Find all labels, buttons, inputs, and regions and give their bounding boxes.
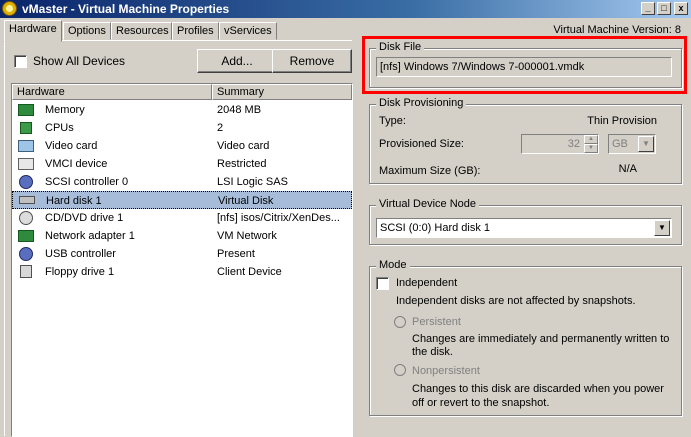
title-bar: vMaster - Virtual Machine Properties _ □… <box>0 0 691 18</box>
hardware-row-video-card[interactable]: Video card Video card <box>12 137 352 155</box>
hardware-row-cd-dvd[interactable]: CD/DVD drive 1 [nfs] isos/Citrix/XenDes.… <box>12 209 352 227</box>
hardware-row-scsi-controller[interactable]: SCSI controller 0 LSI Logic SAS <box>12 173 352 191</box>
disk-provisioning-group: Disk Provisioning Type: Thin Provision P… <box>369 97 682 184</box>
chevron-down-icon[interactable]: ▼ <box>638 136 654 152</box>
maximum-size-label: Maximum Size (GB): <box>379 165 481 177</box>
disk-provisioning-title: Disk Provisioning <box>376 97 467 109</box>
type-value: Thin Provision <box>587 115 657 127</box>
maximum-size-value: N/A <box>618 163 637 175</box>
show-all-devices-checkbox[interactable] <box>14 55 27 68</box>
mode-title: Mode <box>376 259 410 271</box>
cpu-icon <box>20 122 32 134</box>
floppy-icon <box>20 265 32 278</box>
network-icon <box>18 230 34 242</box>
independent-description: Independent disks are not affected by sn… <box>396 295 636 307</box>
vmci-icon <box>18 158 34 170</box>
nonpersistent-description-line-2: off or revert to the snapshot. <box>412 397 550 409</box>
disk-settings-panel: Disk File [nfs] Windows 7/Windows 7-0000… <box>352 40 691 436</box>
hardware-row-cpus[interactable]: CPUs 2 <box>12 119 352 137</box>
show-all-devices-label: Show All Devices <box>33 54 126 68</box>
persistent-radio[interactable] <box>394 316 406 328</box>
hardware-panel: Show All Devices Add... Remove Hardware … <box>4 40 353 437</box>
nonpersistent-radio[interactable] <box>394 364 406 376</box>
hardware-row-vmci-device[interactable]: VMCI device Restricted <box>12 155 352 173</box>
hardware-row-usb-controller[interactable]: USB controller Present <box>12 245 352 263</box>
column-header-summary[interactable]: Summary <box>212 84 352 100</box>
tab-options[interactable]: Options <box>63 22 111 40</box>
cd-icon <box>19 211 33 225</box>
chevron-down-icon[interactable]: ▼ <box>654 220 670 236</box>
tab-hardware[interactable]: Hardware <box>4 20 62 42</box>
persistent-description-line-2: the disk. <box>412 346 453 358</box>
independent-label: Independent <box>396 277 458 289</box>
provisioned-size-label: Provisioned Size: <box>379 138 464 150</box>
memory-icon <box>18 104 34 116</box>
persistent-description-line-1: Changes are immediately and permanently … <box>412 333 670 345</box>
usb-icon <box>19 247 33 261</box>
disk-file-highlight-box <box>362 36 687 94</box>
hardware-row-floppy-drive[interactable]: Floppy drive 1 Client Device <box>12 263 352 281</box>
maximize-button[interactable]: □ <box>657 2 671 15</box>
type-label: Type: <box>379 115 406 127</box>
tab-vservices[interactable]: vServices <box>219 22 277 40</box>
spin-down-icon[interactable]: ▼ <box>584 144 598 153</box>
virtual-device-node-group: Virtual Device Node SCSI (0:0) Hard disk… <box>369 198 682 245</box>
close-button[interactable]: x <box>674 2 688 15</box>
remove-button[interactable]: Remove <box>272 49 352 73</box>
hardware-row-memory[interactable]: Memory 2048 MB <box>12 101 352 119</box>
spin-up-icon[interactable]: ▲ <box>584 135 598 144</box>
provisioned-size-input[interactable]: 32 ▲ ▼ <box>521 134 599 154</box>
tab-resources[interactable]: Resources <box>111 22 172 40</box>
hardware-row-hard-disk[interactable]: Hard disk 1 Virtual Disk <box>12 191 352 209</box>
minimize-button[interactable]: _ <box>641 2 655 15</box>
persistent-label: Persistent <box>412 316 461 328</box>
monitor-icon <box>18 140 34 152</box>
virtual-device-node-select[interactable]: SCSI (0:0) Hard disk 1 ▼ <box>376 218 672 238</box>
window-title: vMaster - Virtual Machine Properties <box>22 2 230 16</box>
vm-version-label: Virtual Machine Version: 8 <box>553 24 681 36</box>
hardware-row-network-adapter[interactable]: Network adapter 1 VM Network <box>12 227 352 245</box>
mode-group: Mode Independent Independent disks are n… <box>369 259 682 416</box>
add-button[interactable]: Add... <box>197 49 277 73</box>
vsphere-app-icon <box>2 1 17 16</box>
nonpersistent-description-line-1: Changes to this disk are discarded when … <box>412 383 664 395</box>
column-header-hardware[interactable]: Hardware <box>12 84 212 100</box>
hardware-list: Hardware Summary Memory 2048 MB CPUs 2 V… <box>11 83 353 437</box>
independent-checkbox[interactable] <box>376 277 389 290</box>
scsi-icon <box>19 175 33 189</box>
hard-disk-icon <box>19 196 35 204</box>
size-unit-select[interactable]: GB ▼ <box>608 134 656 154</box>
virtual-device-node-title: Virtual Device Node <box>376 198 480 210</box>
nonpersistent-label: Nonpersistent <box>412 365 480 377</box>
tab-profiles[interactable]: Profiles <box>172 22 219 40</box>
